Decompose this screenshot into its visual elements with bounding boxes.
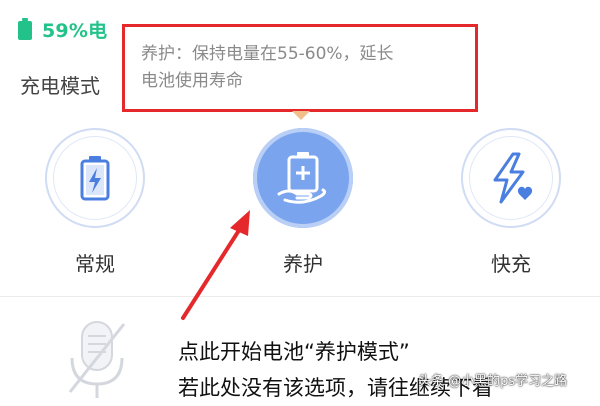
watermark: 头条 @小黑的ps学习之路 <box>418 374 568 389</box>
annotation-line-1: 点此开始电池“养护模式” <box>178 340 410 364</box>
